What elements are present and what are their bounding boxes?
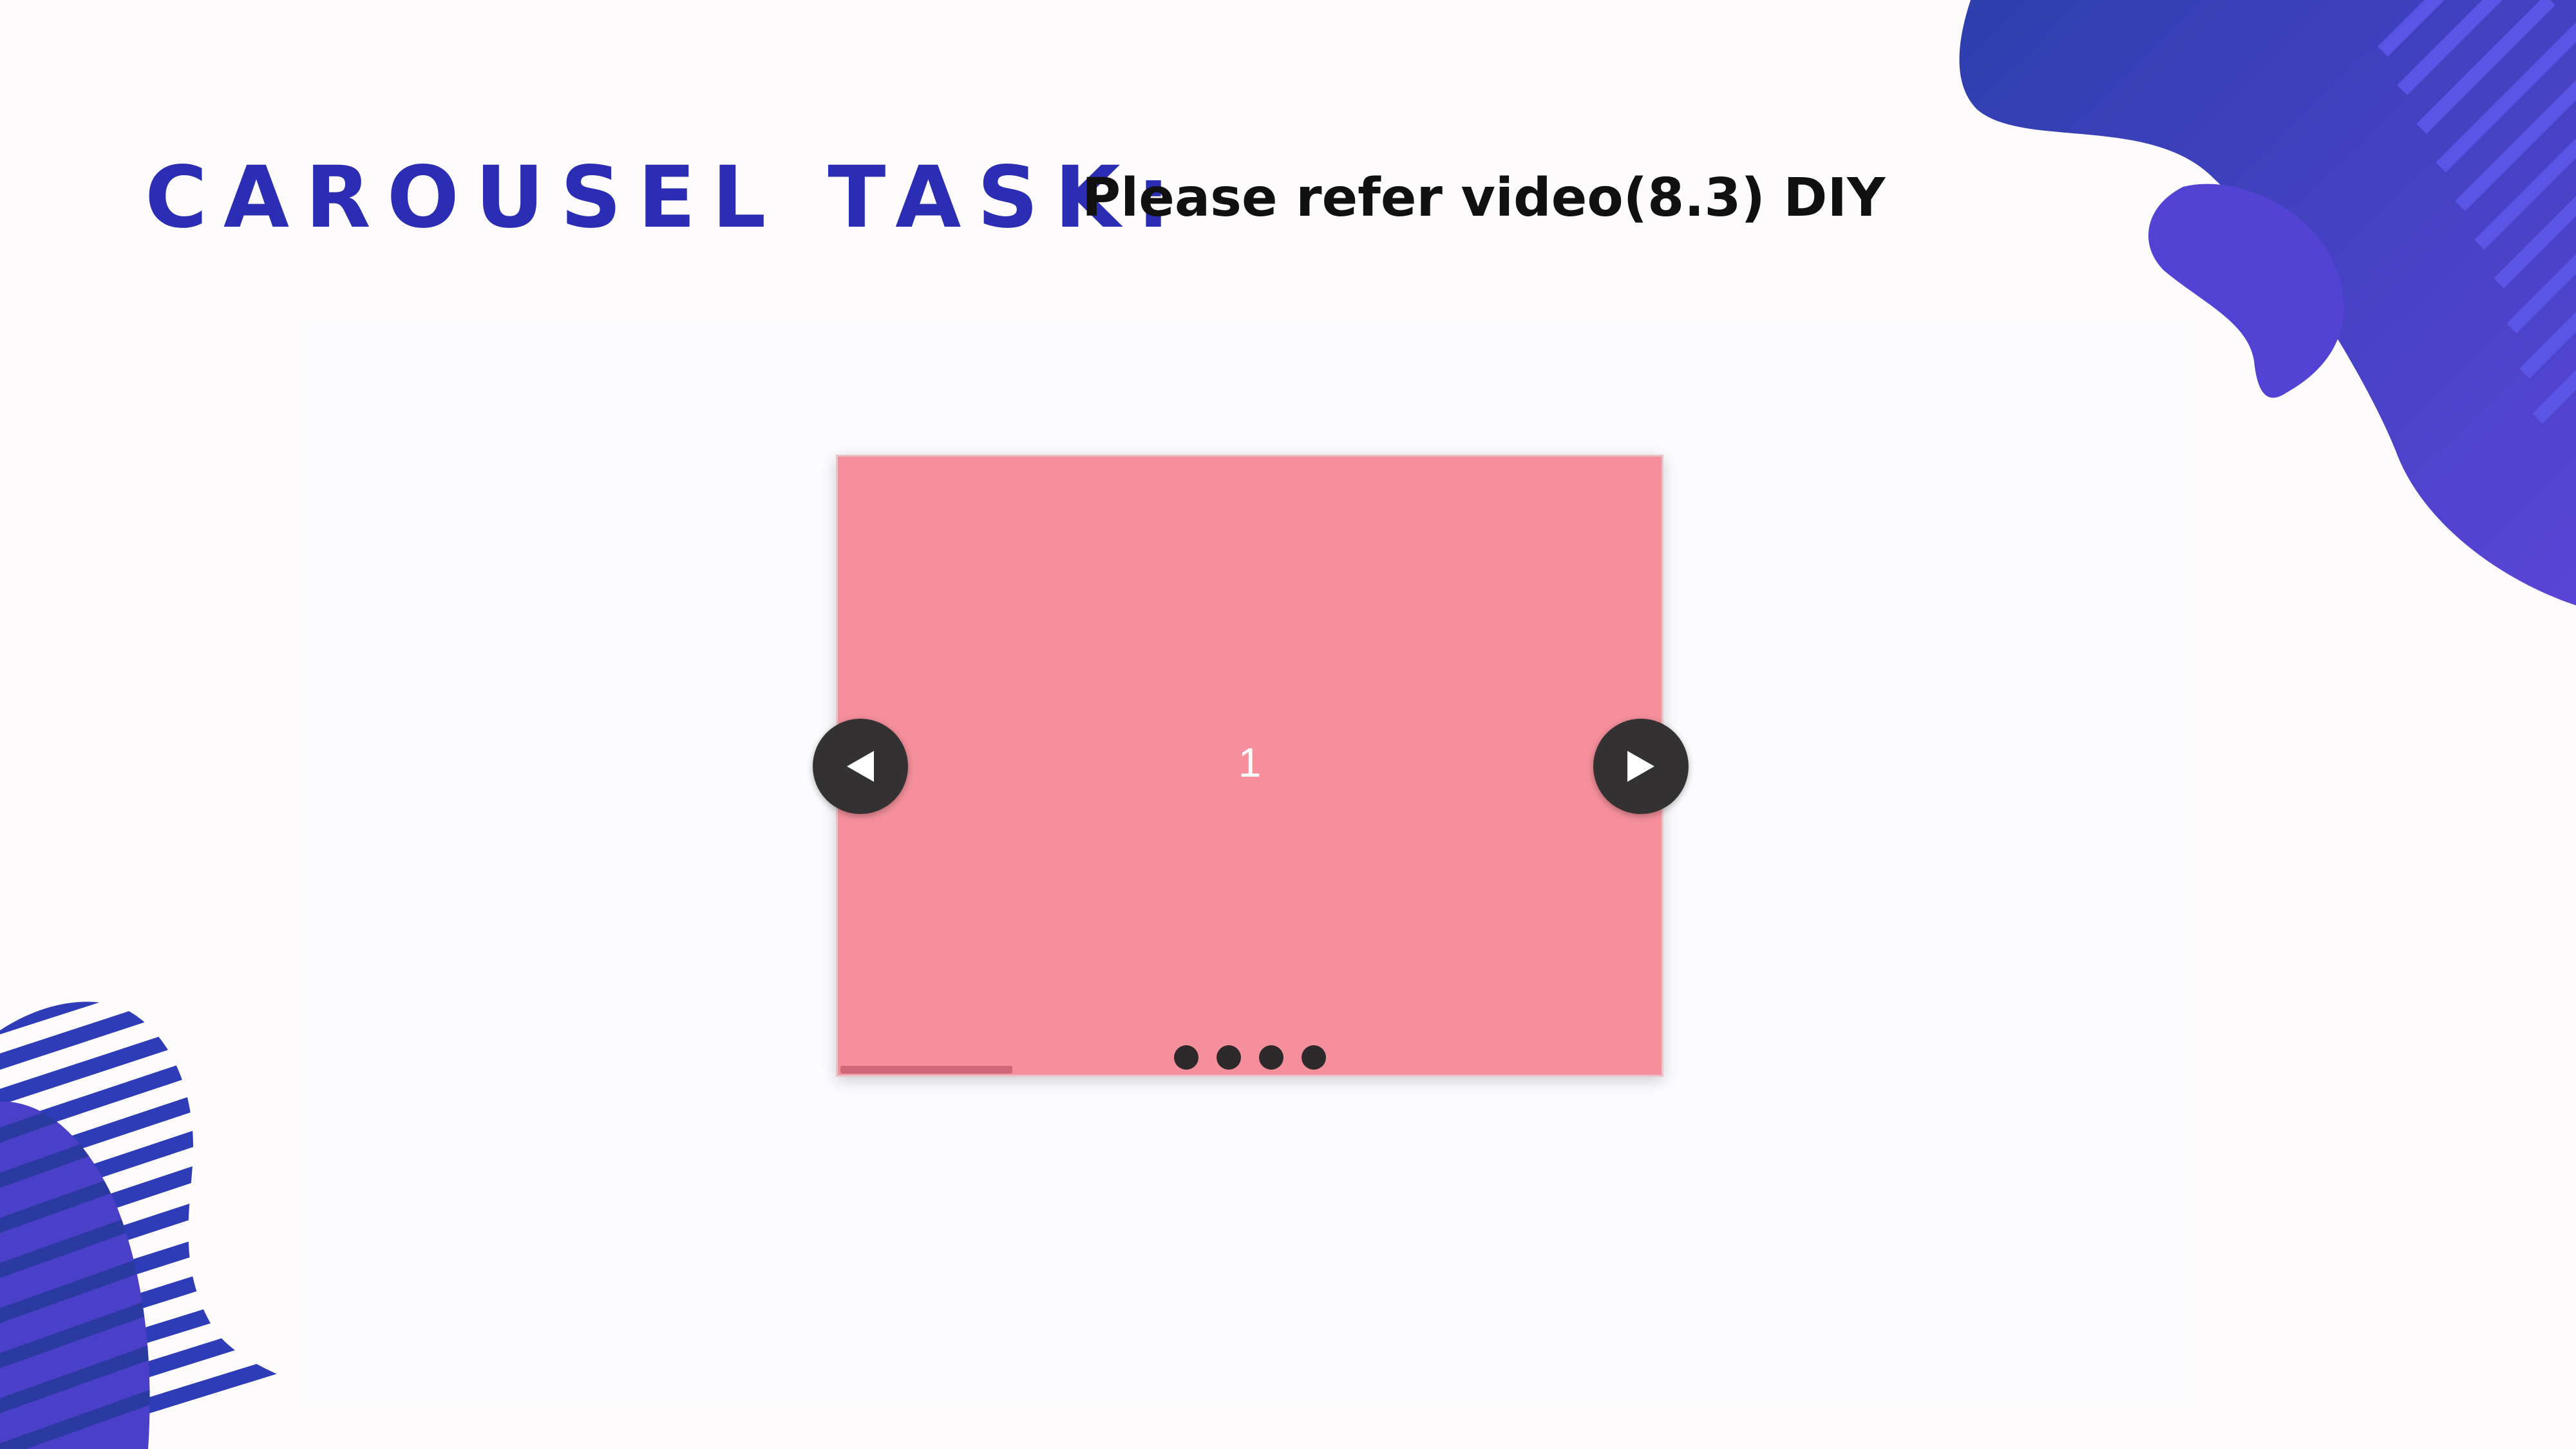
pagination-dot[interactable] [1301,1045,1326,1070]
triangle-right-icon [1627,751,1654,782]
pagination-dot[interactable] [1258,1045,1283,1070]
page-title: CAROUSEL TASK: [145,148,1187,247]
next-slide-button[interactable] [1593,719,1689,814]
pagination-dot[interactable] [1216,1045,1241,1070]
pagination-dots [838,1045,1662,1070]
prev-slide-button[interactable] [813,719,908,814]
triangle-left-icon [847,751,874,782]
pagination-dot[interactable] [1173,1045,1198,1070]
slide-number-label: 1 [1238,739,1262,786]
page-subtitle: Please refer video(8.3) DIY [1082,167,1886,229]
carousel[interactable]: 1 [836,455,1663,1077]
